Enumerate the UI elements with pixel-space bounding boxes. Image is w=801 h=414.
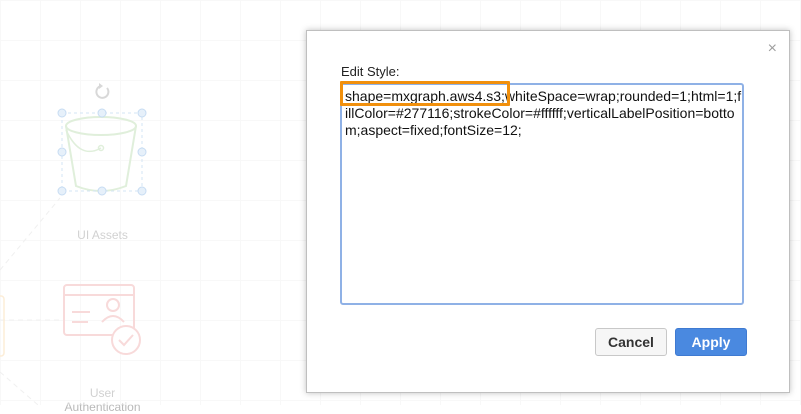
edit-style-dialog: × Edit Style: shape=mxgraph.aws4.s3;whit…	[306, 30, 790, 393]
shape-attribute-highlight	[340, 81, 510, 106]
apply-button[interactable]: Apply	[675, 328, 747, 356]
close-icon[interactable]: ×	[768, 39, 777, 59]
style-textarea[interactable]: shape=mxgraph.aws4.s3;whiteSpace=wrap;ro…	[340, 81, 744, 305]
cancel-button[interactable]: Cancel	[595, 328, 667, 356]
edit-style-label: Edit Style:	[341, 64, 400, 79]
